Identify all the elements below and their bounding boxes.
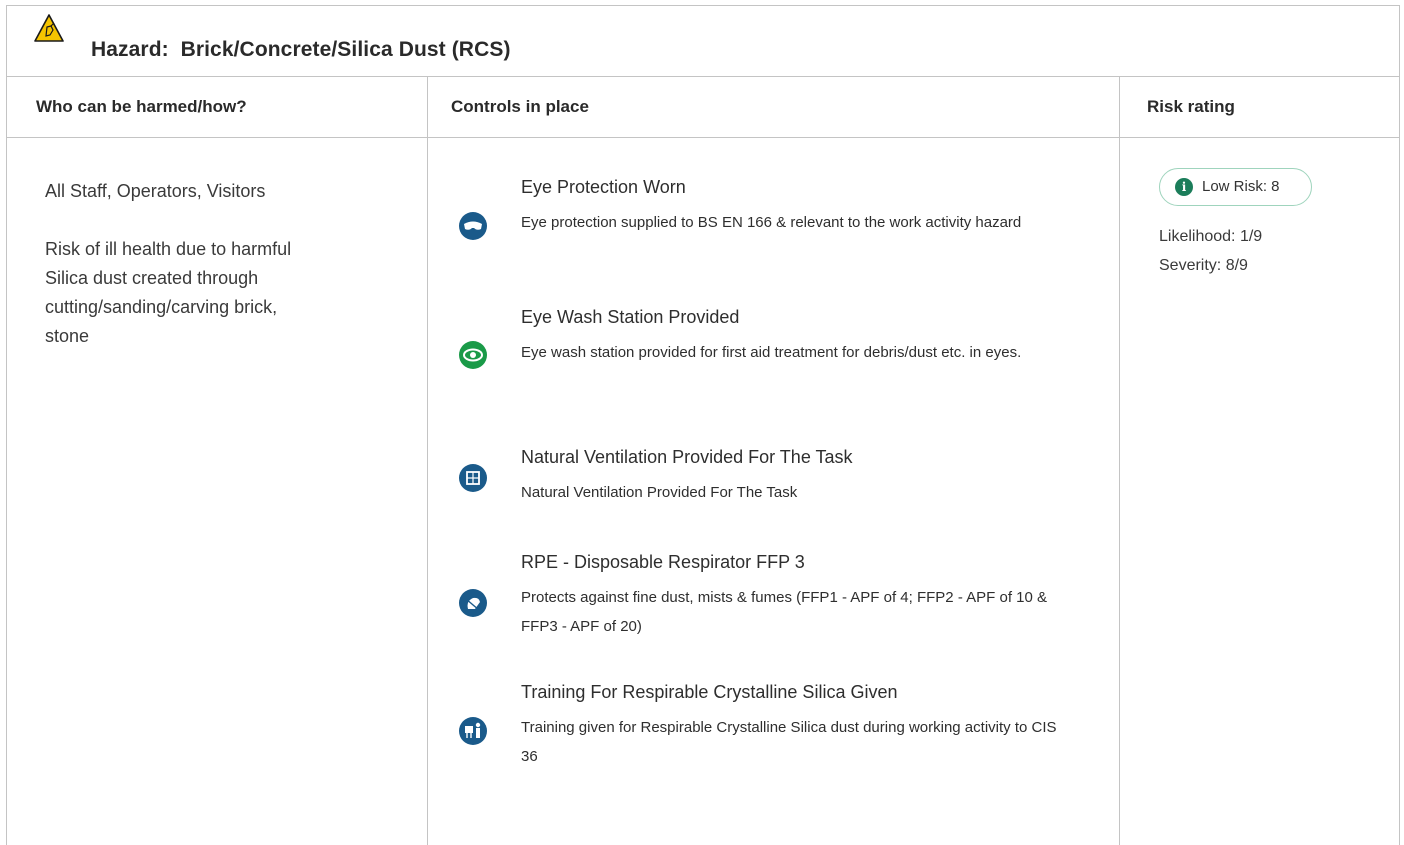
ventilation-window-icon (459, 464, 487, 492)
eye-wash-icon (459, 341, 487, 369)
who-description-line: stone (45, 326, 90, 346)
hazard-title: Hazard: Brick/Concrete/Silica Dust (RCS) (91, 38, 511, 61)
who-description-line: Silica dust created through (45, 268, 259, 288)
respirator-mask-icon (459, 589, 487, 617)
who-description-line: cutting/sanding/carving brick, (45, 297, 278, 317)
risk-severity: Severity: 8/9 (1159, 257, 1248, 274)
control-title: Natural Ventilation Provided For The Tas… (521, 447, 853, 467)
column-header-who: Who can be harmed/how? (36, 97, 247, 116)
control-title: Eye Wash Station Provided (521, 307, 740, 327)
column-divider (1119, 77, 1120, 845)
safety-goggles-icon (459, 212, 487, 240)
control-description: Eye wash station provided for first aid … (521, 344, 1022, 361)
column-header-risk: Risk rating (1147, 97, 1235, 116)
risk-likelihood: Likelihood: 1/9 (1159, 228, 1263, 245)
control-title: Training For Respirable Crystalline Sili… (521, 682, 898, 702)
risk-badge-label: Low Risk: 8 (1202, 178, 1280, 195)
warning-triangle-icon (34, 14, 64, 42)
who-description-line: Risk of ill health due to harmful (45, 239, 292, 259)
column-divider (427, 77, 428, 845)
control-title: Eye Protection Worn (521, 177, 686, 197)
who-people: All Staff, Operators, Visitors (45, 181, 266, 201)
info-icon: i (1175, 178, 1193, 196)
control-description: Eye protection supplied to BS EN 166 & r… (521, 214, 1022, 231)
risk-badge: i Low Risk: 8 (1159, 168, 1312, 206)
hazard-header: Hazard: Brick/Concrete/Silica Dust (RCS) (7, 6, 1399, 77)
control-description: Training given for Respirable Crystallin… (521, 719, 1057, 765)
control-description: Protects against fine dust, mists & fume… (521, 589, 1048, 635)
control-description: Natural Ventilation Provided For The Tas… (521, 484, 798, 501)
control-title: RPE - Disposable Respirator FFP 3 (521, 552, 805, 572)
who-description: Risk of ill health due to harmful Silica… (45, 235, 291, 351)
hazard-card: Hazard: Brick/Concrete/Silica Dust (RCS)… (6, 5, 1400, 845)
column-header-row: Who can be harmed/how? Controls in place… (7, 77, 1399, 138)
training-presenter-icon (459, 717, 487, 745)
column-header-controls: Controls in place (451, 97, 589, 116)
